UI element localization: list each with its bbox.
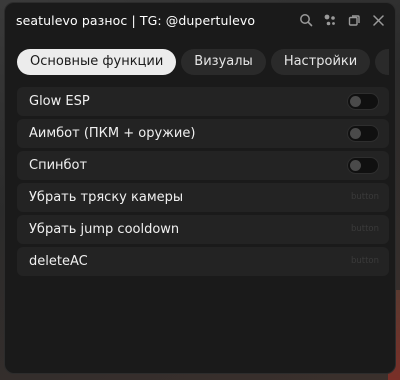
search-button[interactable] bbox=[297, 11, 315, 29]
spinbot-toggle[interactable] bbox=[347, 157, 379, 174]
close-button[interactable] bbox=[369, 11, 387, 29]
toggle-knob bbox=[350, 96, 361, 107]
feature-row-glow-esp[interactable]: Glow ESP bbox=[17, 87, 389, 116]
feature-label: deleteAC bbox=[29, 254, 88, 269]
remove-jump-cooldown-button[interactable]: Убрать jump cooldown button bbox=[17, 215, 389, 244]
window-title: seatulevo разнос | TG: @dupertulevo bbox=[16, 13, 256, 28]
button-hint: button bbox=[350, 256, 379, 266]
glow-esp-toggle[interactable] bbox=[347, 93, 379, 110]
button-hint: button bbox=[350, 192, 379, 202]
delete-ac-button[interactable]: deleteAC button bbox=[17, 247, 389, 276]
toggle-knob bbox=[350, 128, 361, 139]
titlebar-actions bbox=[297, 11, 387, 29]
tab-more[interactable]: Ин bbox=[375, 49, 389, 75]
restore-button[interactable] bbox=[345, 11, 363, 29]
feature-list: Glow ESP Аимбот (ПКМ + оружие) Спинбот У… bbox=[17, 87, 389, 279]
aimbot-toggle[interactable] bbox=[347, 125, 379, 142]
palette-button[interactable] bbox=[321, 11, 339, 29]
restore-icon bbox=[348, 14, 361, 27]
feature-label: Спинбот bbox=[29, 158, 88, 173]
button-hint: button bbox=[350, 224, 379, 234]
tab-main-functions[interactable]: Основные функции bbox=[17, 49, 177, 75]
tab-settings[interactable]: Настройки bbox=[270, 49, 371, 75]
search-icon bbox=[299, 13, 313, 27]
titlebar[interactable]: seatulevo разнос | TG: @dupertulevo bbox=[5, 3, 395, 39]
feature-row-spinbot[interactable]: Спинбот bbox=[17, 151, 389, 180]
tab-list: Основные функции Визуалы Настройки Ин bbox=[17, 49, 389, 75]
feature-label: Убрать тряску камеры bbox=[29, 190, 184, 205]
tab-strip: Основные функции Визуалы Настройки Ин bbox=[5, 43, 389, 83]
app-window: seatulevo разнос | TG: @dupertulevo Осно… bbox=[4, 2, 396, 374]
remove-camera-shake-button[interactable]: Убрать тряску камеры button bbox=[17, 183, 389, 212]
feature-row-aimbot[interactable]: Аимбот (ПКМ + оружие) bbox=[17, 119, 389, 148]
palette-icon bbox=[323, 13, 337, 27]
tab-visuals[interactable]: Визуалы bbox=[181, 49, 266, 75]
feature-label: Убрать jump cooldown bbox=[29, 222, 180, 237]
feature-label: Аимбот (ПКМ + оружие) bbox=[29, 126, 196, 141]
toggle-knob bbox=[350, 160, 361, 171]
close-icon bbox=[372, 14, 385, 27]
feature-label: Glow ESP bbox=[29, 94, 90, 109]
